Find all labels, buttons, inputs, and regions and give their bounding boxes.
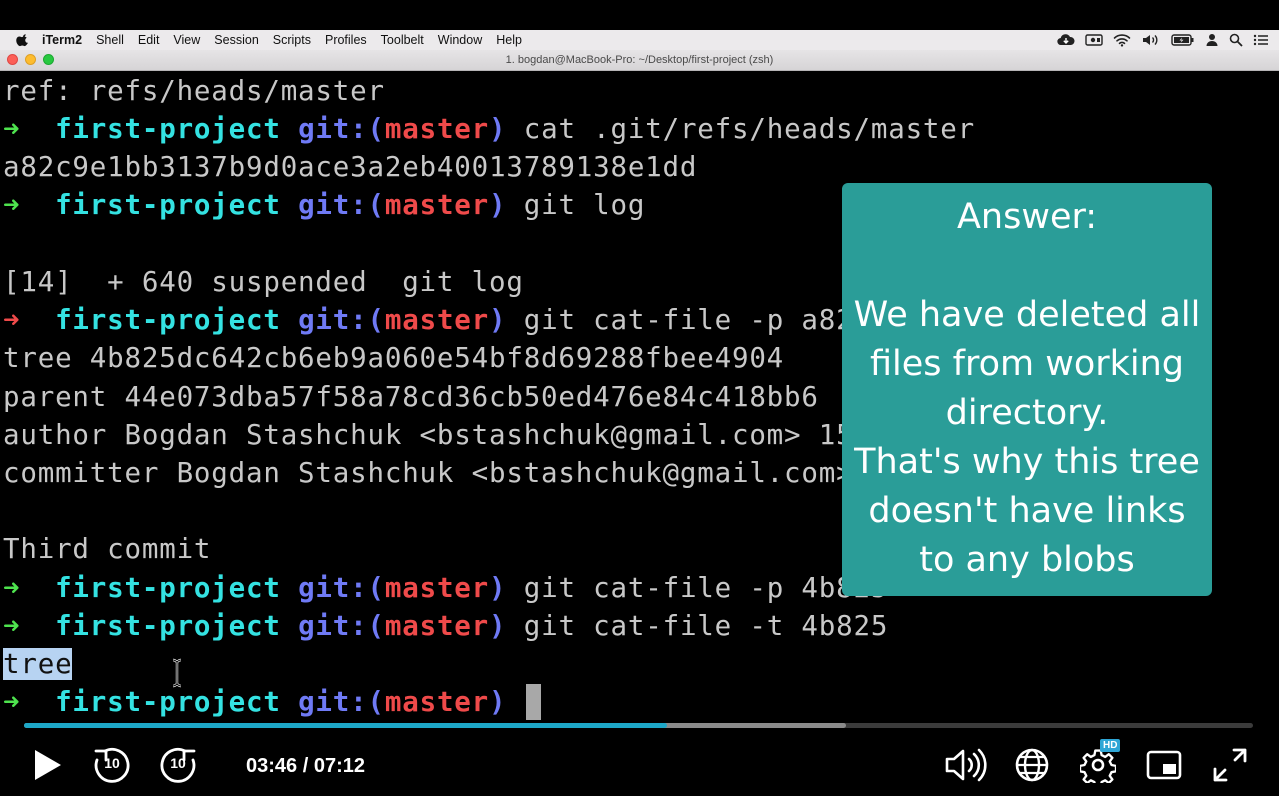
language-globe-icon[interactable] [1014,747,1050,783]
prompt-git: git:( [298,686,385,718]
rewind-10-button[interactable]: 10 [92,745,132,785]
prompt-git-close: ) [489,113,507,145]
prompt-git: git:( [298,189,385,221]
hd-badge: HD [1100,739,1121,752]
prompt-arrow: ➜ [3,113,21,145]
prompt-branch: master [384,113,490,145]
volume-icon[interactable] [1141,33,1161,47]
user-icon[interactable] [1205,33,1219,47]
answer-heading: Answer: [956,197,1098,237]
volume-icon[interactable] [944,747,988,783]
mac-menubar: iTerm2 Shell Edit View Session Scripts P… [0,30,1279,50]
video-progress-bar[interactable] [24,723,1253,728]
answer-line: to any blobs [919,540,1135,580]
menu-help[interactable]: Help [496,33,522,47]
cloud-icon[interactable] [1057,33,1075,47]
menu-scripts[interactable]: Scripts [273,33,311,47]
text-cursor [525,684,541,720]
time-display: 03:46 / 07:12 [246,755,365,777]
menu-shell[interactable]: Shell [96,33,124,47]
prompt-git: git:( [298,113,385,145]
status-icons [1057,30,1269,50]
notification-list-icon[interactable] [1253,33,1269,47]
prompt-dir: first-project [55,686,281,718]
menu-profiles[interactable]: Profiles [325,33,367,47]
prompt-git-close: ) [489,189,507,221]
output-line: [14] + 640 suspended git log [3,266,524,298]
menu-window[interactable]: Window [438,33,482,47]
prompt-arrow: ➜ [3,572,21,604]
prompt-branch: master [384,610,490,642]
prompt-dir: first-project [55,189,281,221]
answer-line: files from working [869,344,1185,384]
output-line: author Bogdan Stashchuk <bstashchuk@gmai… [3,419,871,451]
played-bar [24,723,667,728]
prompt-dir: first-project [55,304,281,336]
prompt-dir: first-project [55,572,281,604]
search-icon[interactable] [1229,33,1243,47]
prompt-git-close: ) [489,686,507,718]
answer-line: We have deleted all [853,295,1201,335]
output-line: committer Bogdan Stashchuk <bstashchuk@g… [3,457,854,489]
prompt-line: ➜ first-project git:(master) git cat-fil… [3,608,888,644]
prompt-line: ➜ first-project git:(master) git cat-fil… [3,570,888,606]
prompt-line: ➜ first-project git:(master) git cat-fil… [3,302,871,338]
prompt-branch: master [384,572,490,604]
prompt-arrow: ➜ [3,610,21,642]
menu-session[interactable]: Session [214,33,258,47]
prompt-git: git:( [298,572,385,604]
output-line: a82c9e1bb3137b9d0ace3a2eb40013789138e1dd [3,151,698,183]
prompt-git-close: ) [489,610,507,642]
output-line: Third commit [3,533,212,565]
prompt-arrow-error: ➜ [3,304,21,336]
prompt-git: git:( [298,610,385,642]
prompt-branch: master [384,304,490,336]
prompt-git-close: ) [489,304,507,336]
prompt-dir: first-project [55,610,281,642]
rewind-label: 10 [104,755,120,771]
command-text: git cat-file -p 4b825 [523,572,889,604]
menu-edit[interactable]: Edit [138,33,160,47]
picture-in-picture-icon[interactable] [1146,749,1182,781]
active-prompt-line: ➜ first-project git:(master) [3,684,541,720]
output-line: tree [3,646,73,682]
command-text: git cat-file -p a82c [523,304,871,336]
output-line: ref: refs/heads/master [3,75,385,107]
wifi-icon[interactable] [1113,33,1131,47]
answer-callout: Answer: We have deleted all files from w… [842,183,1212,596]
command-text: git log [523,189,646,221]
player-controls: 10 10 03:46 / 07:12 HD [0,731,1279,796]
prompt-arrow: ➜ [3,686,21,718]
fullscreen-icon[interactable] [1212,747,1248,783]
menu-toolbelt[interactable]: Toolbelt [381,33,424,47]
battery-icon[interactable] [1171,33,1195,47]
window-titlebar: 1. bogdan@MacBook-Pro: ~/Desktop/first-p… [0,50,1279,71]
prompt-git-close: ) [489,572,507,604]
forward-label: 10 [170,755,186,771]
command-text: cat .git/refs/heads/master [523,113,976,145]
prompt-branch: master [384,686,490,718]
prompt-line: ➜ first-project git:(master) cat .git/re… [3,111,975,147]
command-text: git cat-file -t 4b825 [523,610,889,642]
menu-iterm2[interactable]: iTerm2 [42,33,82,47]
apple-icon[interactable] [16,33,30,47]
answer-line: doesn't have links [868,491,1186,531]
play-icon[interactable] [33,748,63,782]
answer-line: directory. [945,393,1109,433]
window-title: 1. bogdan@MacBook-Pro: ~/Desktop/first-p… [505,54,774,66]
prompt-arrow: ➜ [3,189,21,221]
settings-gear-icon[interactable] [1080,747,1116,783]
screen-record-icon[interactable] [1085,33,1103,47]
prompt-branch: master [384,189,490,221]
prompt-line: ➜ first-project git:(master) git log [3,187,645,223]
ibeam-cursor-icon [172,658,182,688]
menu-view[interactable]: View [173,33,200,47]
prompt-git: git:( [298,304,385,336]
selected-text[interactable]: tree [3,648,73,680]
prompt-dir: first-project [55,113,281,145]
output-line: tree 4b825dc642cb6eb9a060e54bf8d69288fbe… [3,342,785,374]
answer-line: That's why this tree [854,442,1200,482]
forward-10-button[interactable]: 10 [158,745,198,785]
output-line: parent 44e073dba57f58a78cd36cb50ed476e84… [3,381,819,413]
